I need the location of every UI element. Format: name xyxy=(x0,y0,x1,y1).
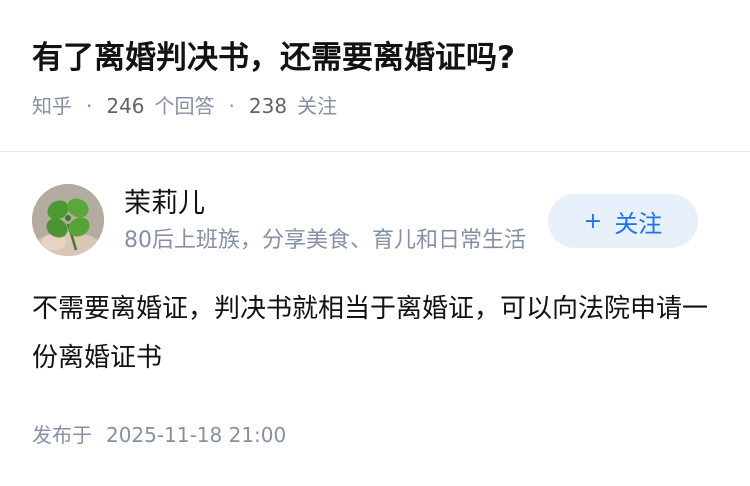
question-header: 有了离婚判决书，还需要离婚证吗? 知乎 · 246 个回答 · 238 关注 xyxy=(32,36,718,121)
publish-time: 2025-11-18 21:00 xyxy=(106,423,287,447)
follower-count-label: 关注 xyxy=(297,94,338,118)
answer-page: 有了离婚判决书，还需要离婚证吗? 知乎 · 246 个回答 · 238 关注 茉… xyxy=(0,0,750,486)
question-meta: 知乎 · 246 个回答 · 238 关注 xyxy=(32,91,718,121)
avatar[interactable] xyxy=(32,184,104,256)
section-divider xyxy=(0,151,750,152)
answer-count: 246 xyxy=(106,94,145,118)
source-label[interactable]: 知乎 xyxy=(32,91,72,121)
publish-info: 发布于 2025-11-18 21:00 xyxy=(32,420,286,450)
follower-count: 238 xyxy=(248,94,288,118)
follow-button-label: 关注 xyxy=(614,209,663,238)
meta-separator: · xyxy=(228,94,235,118)
question-title[interactable]: 有了离婚判决书，还需要离婚证吗? xyxy=(32,36,718,80)
author-bio: 80后上班族，分享美食、育儿和日常生活 xyxy=(124,228,526,253)
meta-separator: · xyxy=(86,94,93,118)
follow-button[interactable]: + 关注 xyxy=(548,194,698,248)
four-leaf-clover-icon xyxy=(32,184,104,256)
author-name[interactable]: 茉莉儿 xyxy=(124,186,205,222)
plus-icon: + xyxy=(583,208,603,234)
author-card: 茉莉儿 80后上班族，分享美食、育儿和日常生活 + 关注 xyxy=(32,184,698,260)
publish-label: 发布于 xyxy=(32,423,92,447)
answer-count-label[interactable]: 个回答 xyxy=(155,91,215,121)
answer-content: 不需要离婚证，判决书就相当于离婚证，可以向法院申请一份离婚证书 xyxy=(32,294,709,373)
